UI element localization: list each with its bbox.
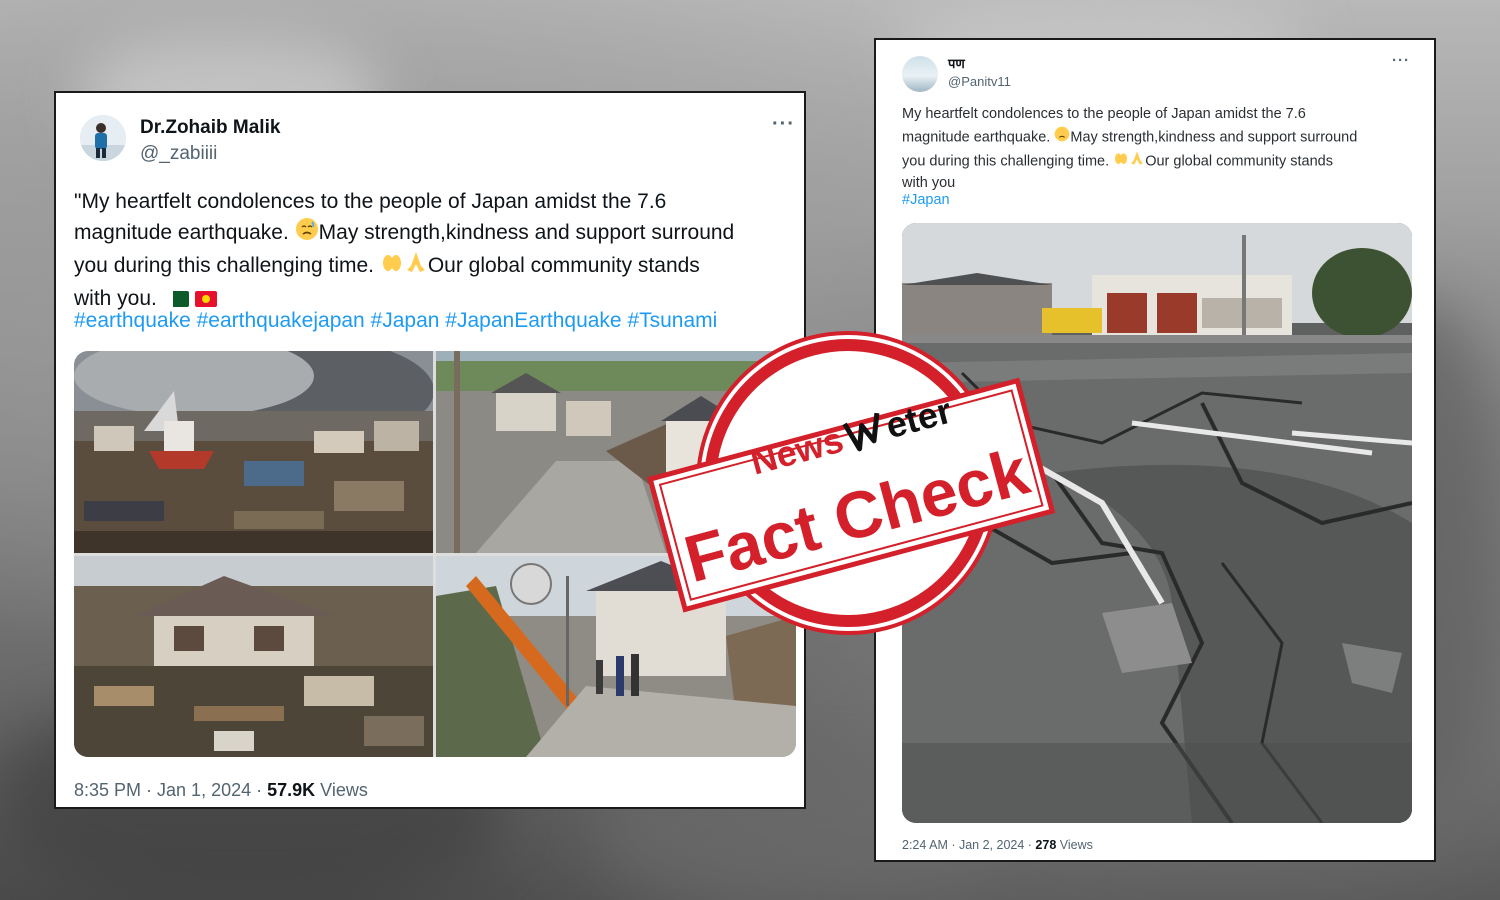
avatar[interactable] — [80, 115, 126, 161]
display-name[interactable]: Dr.Zohaib Malik — [140, 117, 280, 139]
views-count: 278 — [1035, 838, 1057, 852]
views-label: Views — [315, 780, 368, 800]
more-options-icon[interactable]: ··· — [772, 113, 795, 136]
tweet-text: "My heartfelt condolences to the people … — [74, 186, 794, 314]
sad-face-icon — [1054, 126, 1070, 150]
open-hands-icon — [1113, 150, 1129, 174]
hashtags[interactable]: #earthquake #earthquakejapan #Japan #Jap… — [74, 309, 717, 333]
tweet-text-line: "My heartfelt condolences to the people … — [74, 190, 667, 213]
views-label: Views — [1056, 838, 1093, 852]
praying-hands-icon — [1129, 150, 1145, 174]
media-image-tsunami-debris[interactable] — [74, 351, 433, 553]
timestamp[interactable]: 2:24 AM · Jan 2, 2024 · — [902, 838, 1035, 852]
kyrgyzstan-flag-icon — [194, 291, 217, 308]
tweet-meta: 8:35 PM · Jan 1, 2024 · 57.9K Views — [74, 780, 368, 801]
avatar[interactable] — [902, 56, 938, 92]
fact-check-stamp: Newseter Fact Check — [638, 318, 1058, 648]
timestamp[interactable]: 8:35 PM · Jan 1, 2024 · — [74, 780, 267, 800]
user-handle[interactable]: @Panitv11 — [948, 74, 1011, 89]
tweet-text: My heartfelt condolences to the people o… — [902, 104, 1422, 195]
open-hands-icon — [380, 250, 404, 283]
tweet-text-line: you during this challenging time. Our gl… — [902, 150, 1422, 174]
tweet-text-line: magnitude earthquake. May strength,kindn… — [74, 217, 794, 250]
user-handle[interactable]: @_zabiiii — [140, 143, 217, 165]
tweet-text-line: My heartfelt condolences to the people o… — [902, 106, 1306, 122]
views-count: 57.9K — [267, 780, 316, 800]
tweet-meta: 2:24 AM · Jan 2, 2024 · 278 Views — [902, 838, 1093, 852]
pakistan-flag-icon — [166, 291, 189, 308]
display-name[interactable]: पण — [948, 54, 965, 72]
hashtag[interactable]: #Japan — [902, 192, 950, 208]
more-options-icon[interactable]: ··· — [1392, 52, 1410, 69]
praying-hands-icon — [404, 250, 428, 283]
tweet-text-line: with you — [902, 175, 956, 192]
sad-face-icon — [295, 217, 319, 250]
tweet-text-line: you during this challenging time. Our gl… — [74, 250, 794, 283]
tweet-text-line: magnitude earthquake. May strength,kindn… — [902, 126, 1422, 150]
media-image-destroyed-house[interactable] — [74, 556, 433, 757]
